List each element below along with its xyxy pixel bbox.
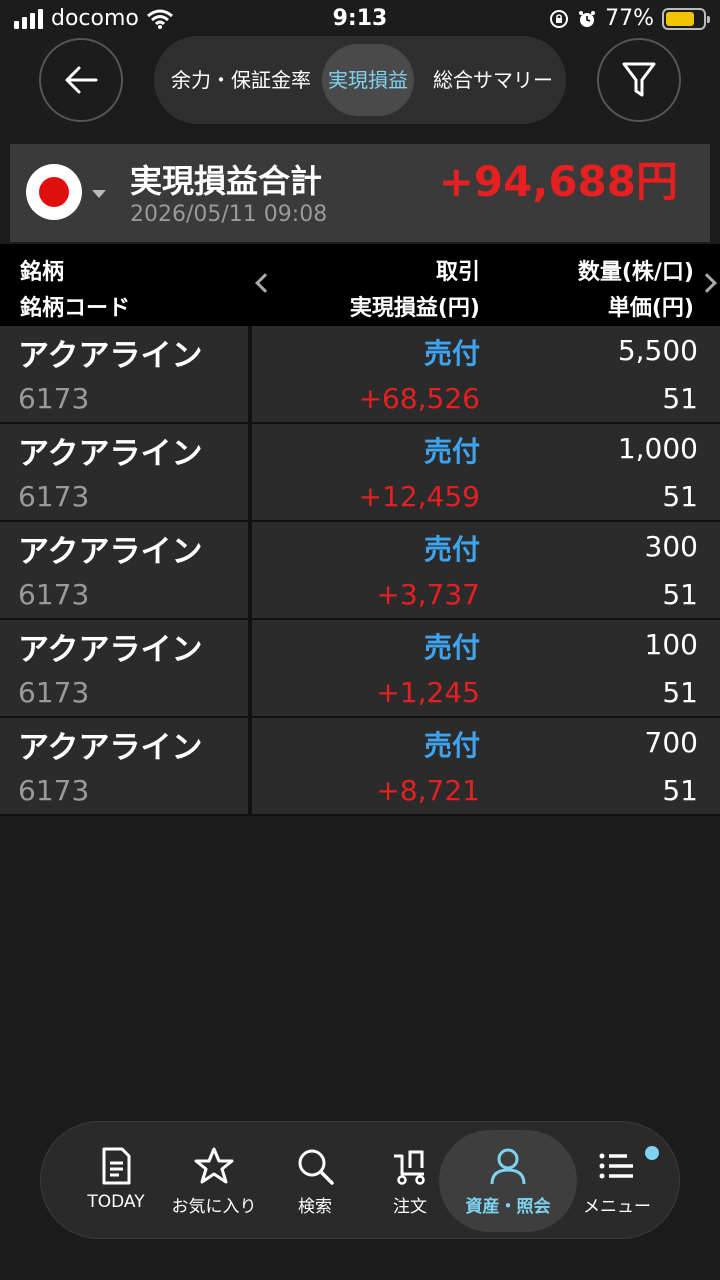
- chevron-right-icon[interactable]: [697, 273, 717, 293]
- caret-down-icon[interactable]: [92, 190, 106, 198]
- pnl-table: アクアライン 6173 売付 +68,526 5,500 51 アクアライン 6…: [0, 326, 720, 816]
- battery-icon: [662, 7, 710, 30]
- row-trade: 売付: [423, 729, 480, 762]
- row-code: 6173: [18, 676, 90, 709]
- search-icon: [298, 1149, 334, 1185]
- row-pnl: +1,245: [376, 676, 480, 709]
- row-qty: 100: [644, 628, 698, 661]
- col-trade: 取引: [435, 260, 480, 285]
- row-code: 6173: [18, 578, 90, 611]
- row-name: アクアライン: [18, 632, 203, 668]
- arrow-left-icon: [65, 66, 98, 94]
- row-price: 51: [662, 676, 698, 709]
- cart-icon: [394, 1150, 425, 1185]
- col-code: 銘柄コード: [20, 296, 131, 321]
- table-row[interactable]: アクアライン 6173 売付 +1,245 100 51: [0, 620, 720, 718]
- row-trade: 売付: [423, 337, 480, 370]
- bottom-nav: TODAY お気に入り 検索 注文 資産・照会 メニュー: [40, 1121, 680, 1239]
- row-qty: 700: [644, 726, 698, 759]
- row-pnl: +68,526: [358, 382, 480, 415]
- row-qty: 5,500: [617, 334, 698, 367]
- col-pnl: 実現損益(円): [349, 296, 480, 321]
- row-qty: 1,000: [617, 432, 698, 465]
- document-icon: [102, 1147, 131, 1185]
- table-row[interactable]: アクアライン 6173 売付 +8,721 700 51: [0, 718, 720, 816]
- row-name: アクアライン: [18, 436, 203, 472]
- chevron-left-icon[interactable]: [255, 273, 275, 293]
- summary-total: +94,688円: [438, 157, 678, 206]
- row-trade: 売付: [423, 631, 480, 664]
- battery-percent: 77%: [605, 6, 654, 31]
- back-button[interactable]: [39, 38, 123, 122]
- row-price: 51: [662, 774, 698, 807]
- row-trade: 売付: [423, 435, 480, 468]
- row-price: 51: [662, 578, 698, 611]
- row-code: 6173: [18, 480, 90, 513]
- row-pnl: +12,459: [358, 480, 480, 513]
- person-icon: [490, 1148, 526, 1185]
- pnl-summary: 実現損益合計 2026/05/11 09:08 +94,688円: [10, 144, 710, 242]
- filter-button[interactable]: [597, 38, 681, 122]
- nav-label-assets: 資産・照会: [465, 1197, 551, 1217]
- row-pnl: +3,737: [376, 578, 480, 611]
- tab-margin[interactable]: 余力・保証金率: [162, 44, 320, 116]
- segmented-tabs: 余力・保証金率 実現損益 総合サマリー: [154, 36, 566, 124]
- japan-flag-icon[interactable]: [26, 164, 82, 220]
- row-price: 51: [662, 480, 698, 513]
- filter-icon: [622, 62, 656, 97]
- nav-assets[interactable]: 資産・照会: [439, 1122, 577, 1240]
- table-row[interactable]: アクアライン 6173 売付 +12,459 1,000 51: [0, 424, 720, 522]
- row-name: アクアライン: [18, 338, 203, 374]
- status-bar: docomo 9:13 77%: [0, 0, 720, 40]
- row-name: アクアライン: [18, 534, 203, 570]
- nav-favorites[interactable]: お気に入り: [161, 1122, 267, 1240]
- row-code: 6173: [18, 774, 90, 807]
- col-price: 単価(円): [607, 296, 694, 321]
- nav-label-order: 注文: [393, 1197, 427, 1217]
- summary-date: 2026/05/11 09:08: [130, 202, 328, 227]
- row-name: アクアライン: [18, 730, 203, 766]
- nav-menu[interactable]: メニュー: [567, 1122, 667, 1240]
- tab-realized-pnl[interactable]: 実現損益: [322, 44, 414, 116]
- table-row[interactable]: アクアライン 6173 売付 +3,737 300 51: [0, 522, 720, 620]
- nav-search[interactable]: 検索: [267, 1122, 363, 1240]
- summary-title: 実現損益合計: [130, 162, 323, 200]
- table-header: 銘柄 銘柄コード 取引 実現損益(円) 数量(株/口) 単価(円): [0, 244, 720, 326]
- nav-today[interactable]: TODAY: [61, 1122, 171, 1240]
- nav-label-favorites: お気に入り: [171, 1197, 257, 1217]
- nav-label-menu: メニュー: [583, 1197, 651, 1217]
- notification-dot: [645, 1146, 659, 1160]
- nav-label-search: 検索: [298, 1197, 332, 1217]
- col-name: 銘柄: [20, 260, 65, 285]
- tab-summary[interactable]: 総合サマリー: [424, 44, 562, 116]
- row-code: 6173: [18, 382, 90, 415]
- menu-icon: [599, 1153, 633, 1179]
- row-price: 51: [662, 382, 698, 415]
- status-right: 77%: [549, 6, 710, 31]
- row-qty: 300: [644, 530, 698, 563]
- alarm-icon: [579, 10, 596, 27]
- orientation-lock-icon: [550, 9, 569, 28]
- col-qty: 数量(株/口): [577, 260, 694, 285]
- table-row[interactable]: アクアライン 6173 売付 +68,526 5,500 51: [0, 326, 720, 424]
- row-pnl: +8,721: [376, 774, 480, 807]
- nav-label-today: TODAY: [87, 1192, 145, 1212]
- star-icon: [194, 1147, 234, 1184]
- row-trade: 売付: [423, 533, 480, 566]
